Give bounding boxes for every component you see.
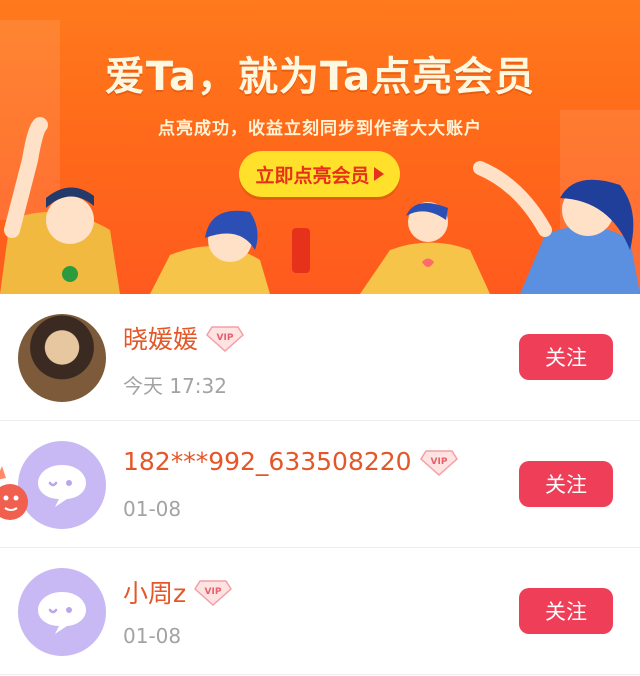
timestamp: 01-08: [123, 624, 182, 648]
timestamp: 今天 17:32: [123, 374, 227, 398]
user-name[interactable]: 182***992_633508220 VIP: [123, 447, 458, 476]
avatar[interactable]: [18, 314, 106, 402]
person-left-illustration: [0, 117, 120, 294]
person-middle-illustration: [150, 210, 310, 294]
chat-bubble-icon: [38, 592, 86, 634]
vip-diamond-icon: VIP: [419, 449, 458, 476]
user-name[interactable]: 小周z VIP: [123, 574, 233, 610]
list-item[interactable]: 小周z VIP 01-08 关注: [0, 548, 640, 675]
chat-bubble-icon: [38, 465, 86, 507]
person-far-right-illustration: [473, 161, 640, 294]
follow-button[interactable]: 关注: [519, 461, 613, 507]
follow-button[interactable]: 关注: [519, 334, 613, 380]
user-name[interactable]: 晓媛媛 VIP: [123, 320, 244, 356]
vip-diamond-icon: VIP: [194, 580, 233, 606]
list-item[interactable]: 晓媛媛 VIP 今天 17:32 关注: [0, 294, 640, 421]
promo-banner[interactable]: 爱Ta，就为Ta点亮会员 点亮成功，收益立刻同步到作者大大账户 立即点亮会员: [0, 0, 640, 294]
floating-mascot-icon[interactable]: [0, 462, 36, 522]
svg-text:VIP: VIP: [430, 457, 447, 467]
supporter-list: 晓媛媛 VIP 今天 17:32 关注 182***992_633508220 …: [0, 294, 640, 675]
follow-button[interactable]: 关注: [519, 588, 613, 634]
avatar[interactable]: [18, 568, 106, 656]
cheering-people-illustration: [0, 117, 640, 294]
timestamp: 01-08: [123, 497, 182, 521]
list-item[interactable]: 182***992_633508220 VIP 01-08 关注: [0, 421, 640, 548]
svg-text:VIP: VIP: [217, 333, 234, 343]
vip-diamond-icon: VIP: [206, 326, 244, 352]
person-right-illustration: [360, 202, 490, 294]
svg-text:VIP: VIP: [205, 587, 222, 597]
